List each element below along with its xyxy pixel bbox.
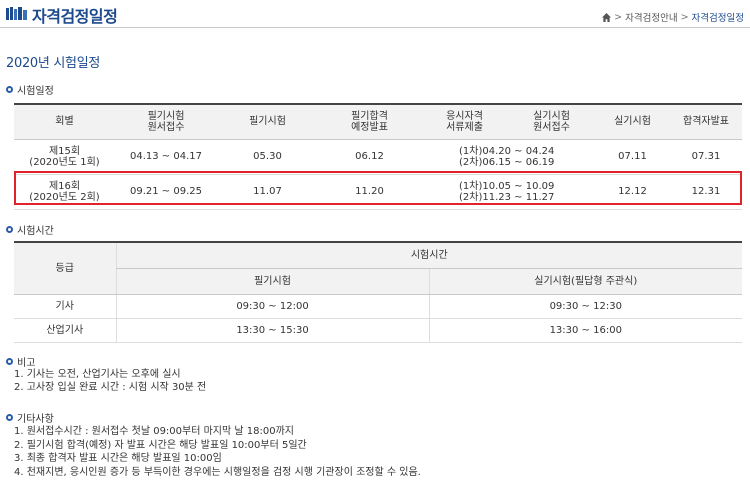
practical-apply-cell: (1차)04.20 ~ 04.24 (2차)06.15 ~ 06.19 [421,139,595,175]
grade-cell: 기사 [14,294,116,319]
breadcrumb-parent[interactable]: 자격검정안내 [625,10,677,24]
col-header-docs: 응시자격 서류제출 [446,110,483,133]
col-header-written-exam: 필기시험 [217,104,318,140]
circle-bullet-icon [6,226,13,233]
written-time-header: 필기시험 [115,268,429,295]
breadcrumb-current: 자격검정일정 [691,13,744,24]
col-header-written-apply: 필기시험 원서접수 [115,104,217,140]
breadcrumb: > 자격검정안내 > 자격검정일정 [602,10,744,24]
practical-time-header: 실기시험(필답형 주관식) [428,268,742,295]
circle-bullet-icon [6,86,13,93]
grade-cell: 산업기사 [14,318,116,343]
written-apply-cell: 04.13 ~ 04.17 [115,139,217,175]
exam-time-table: 등급 시험시간 필기시험 실기시험(필답형 주관식) 기사 09:30 ~ 12… [14,241,742,343]
list-item: 1. 기사는 오전, 산업기사는 오후에 실시 [14,369,181,380]
practical-time-cell: 13:30 ~ 16:00 [428,318,742,343]
final-result-cell: 07.31 [670,139,742,175]
list-item: 2. 필기시험 합격(예정) 자 발표 시간은 해당 발표일 10:00부터 5… [14,439,307,451]
time-header: 시험시간 [115,242,742,269]
book-icon [6,7,27,20]
schedule-header-row: 회별 필기시험 원서접수 필기시험 필기합격 예정발표 응시자격 서류제출 실기시험 원… [14,104,742,140]
col-header-practical-apply: 실기시험 원서접수 [533,110,570,133]
circle-bullet-icon [6,414,13,421]
schedule-heading: 시험일정 [6,82,54,97]
table-row: 기사 09:30 ~ 12:00 09:30 ~ 12:30 [14,294,742,319]
exam-time-heading-label: 시험시간 [17,226,54,237]
col-header-docs-practical-apply: 응시자격 서류제출 실기시험 원서접수 [421,104,595,140]
section-title: 2020년 시험일정 [6,56,101,71]
page-header: 자격검정일정 > 자격검정안내 > 자격검정일정 [0,0,750,28]
practical-time-cell: 09:30 ~ 12:30 [428,294,742,319]
remarks-heading-label: 비고 [17,358,36,369]
page-title: 자격검정일정 [32,7,118,26]
written-time-cell: 13:30 ~ 15:30 [115,318,429,343]
written-time-cell: 09:30 ~ 12:00 [115,294,429,319]
written-exam-cell: 05.30 [217,139,318,175]
others-list: 1. 원서접수시간 : 원서접수 첫날 09:00부터 마지막 날 18:00까… [14,425,421,479]
list-item: 1. 원서접수시간 : 원서접수 첫날 09:00부터 마지막 날 18:00까… [14,426,294,437]
highlight-box [14,171,742,205]
col-header-written-result: 필기합격 예정발표 [318,104,421,140]
breadcrumb-separator: > [680,11,689,23]
exam-time-heading: 시험시간 [6,222,54,237]
col-header-practical-exam: 실기시험 [595,104,670,140]
list-item: 4. 천재지변, 응시인원 증가 등 부득이한 경우에는 시행일정을 검정 시행… [14,466,421,478]
list-item: 2. 고사장 입실 완료 시간 : 시험 시작 30분 전 [14,382,207,393]
remarks-heading: 비고 [6,354,35,369]
col-header-final-result: 합격자발표 [670,104,742,140]
remarks-list: 1. 기사는 오전, 산업기사는 오후에 실시 2. 고사장 입실 완료 시간 … [14,368,206,394]
others-heading: 기타사항 [6,410,54,425]
home-icon[interactable] [602,12,612,22]
list-item: 3. 최종 합격자 발표 시간은 해당 발표일 10:00임 [14,453,222,464]
grade-header: 등급 [14,242,116,295]
breadcrumb-separator: > [614,11,623,23]
written-result-cell: 06.12 [318,139,421,175]
col-header-round: 회별 [14,104,115,140]
table-row: 제15회 (2020년도 1회) 04.13 ~ 04.17 05.30 06.12 (1… [14,139,742,175]
circle-bullet-icon [6,358,13,365]
practical-exam-cell: 07.11 [595,139,670,175]
schedule-heading-label: 시험일정 [17,86,54,97]
others-heading-label: 기타사항 [17,414,54,425]
round-cell: 제15회 (2020년도 1회) [14,139,115,175]
table-row: 산업기사 13:30 ~ 15:30 13:30 ~ 16:00 [14,318,742,343]
